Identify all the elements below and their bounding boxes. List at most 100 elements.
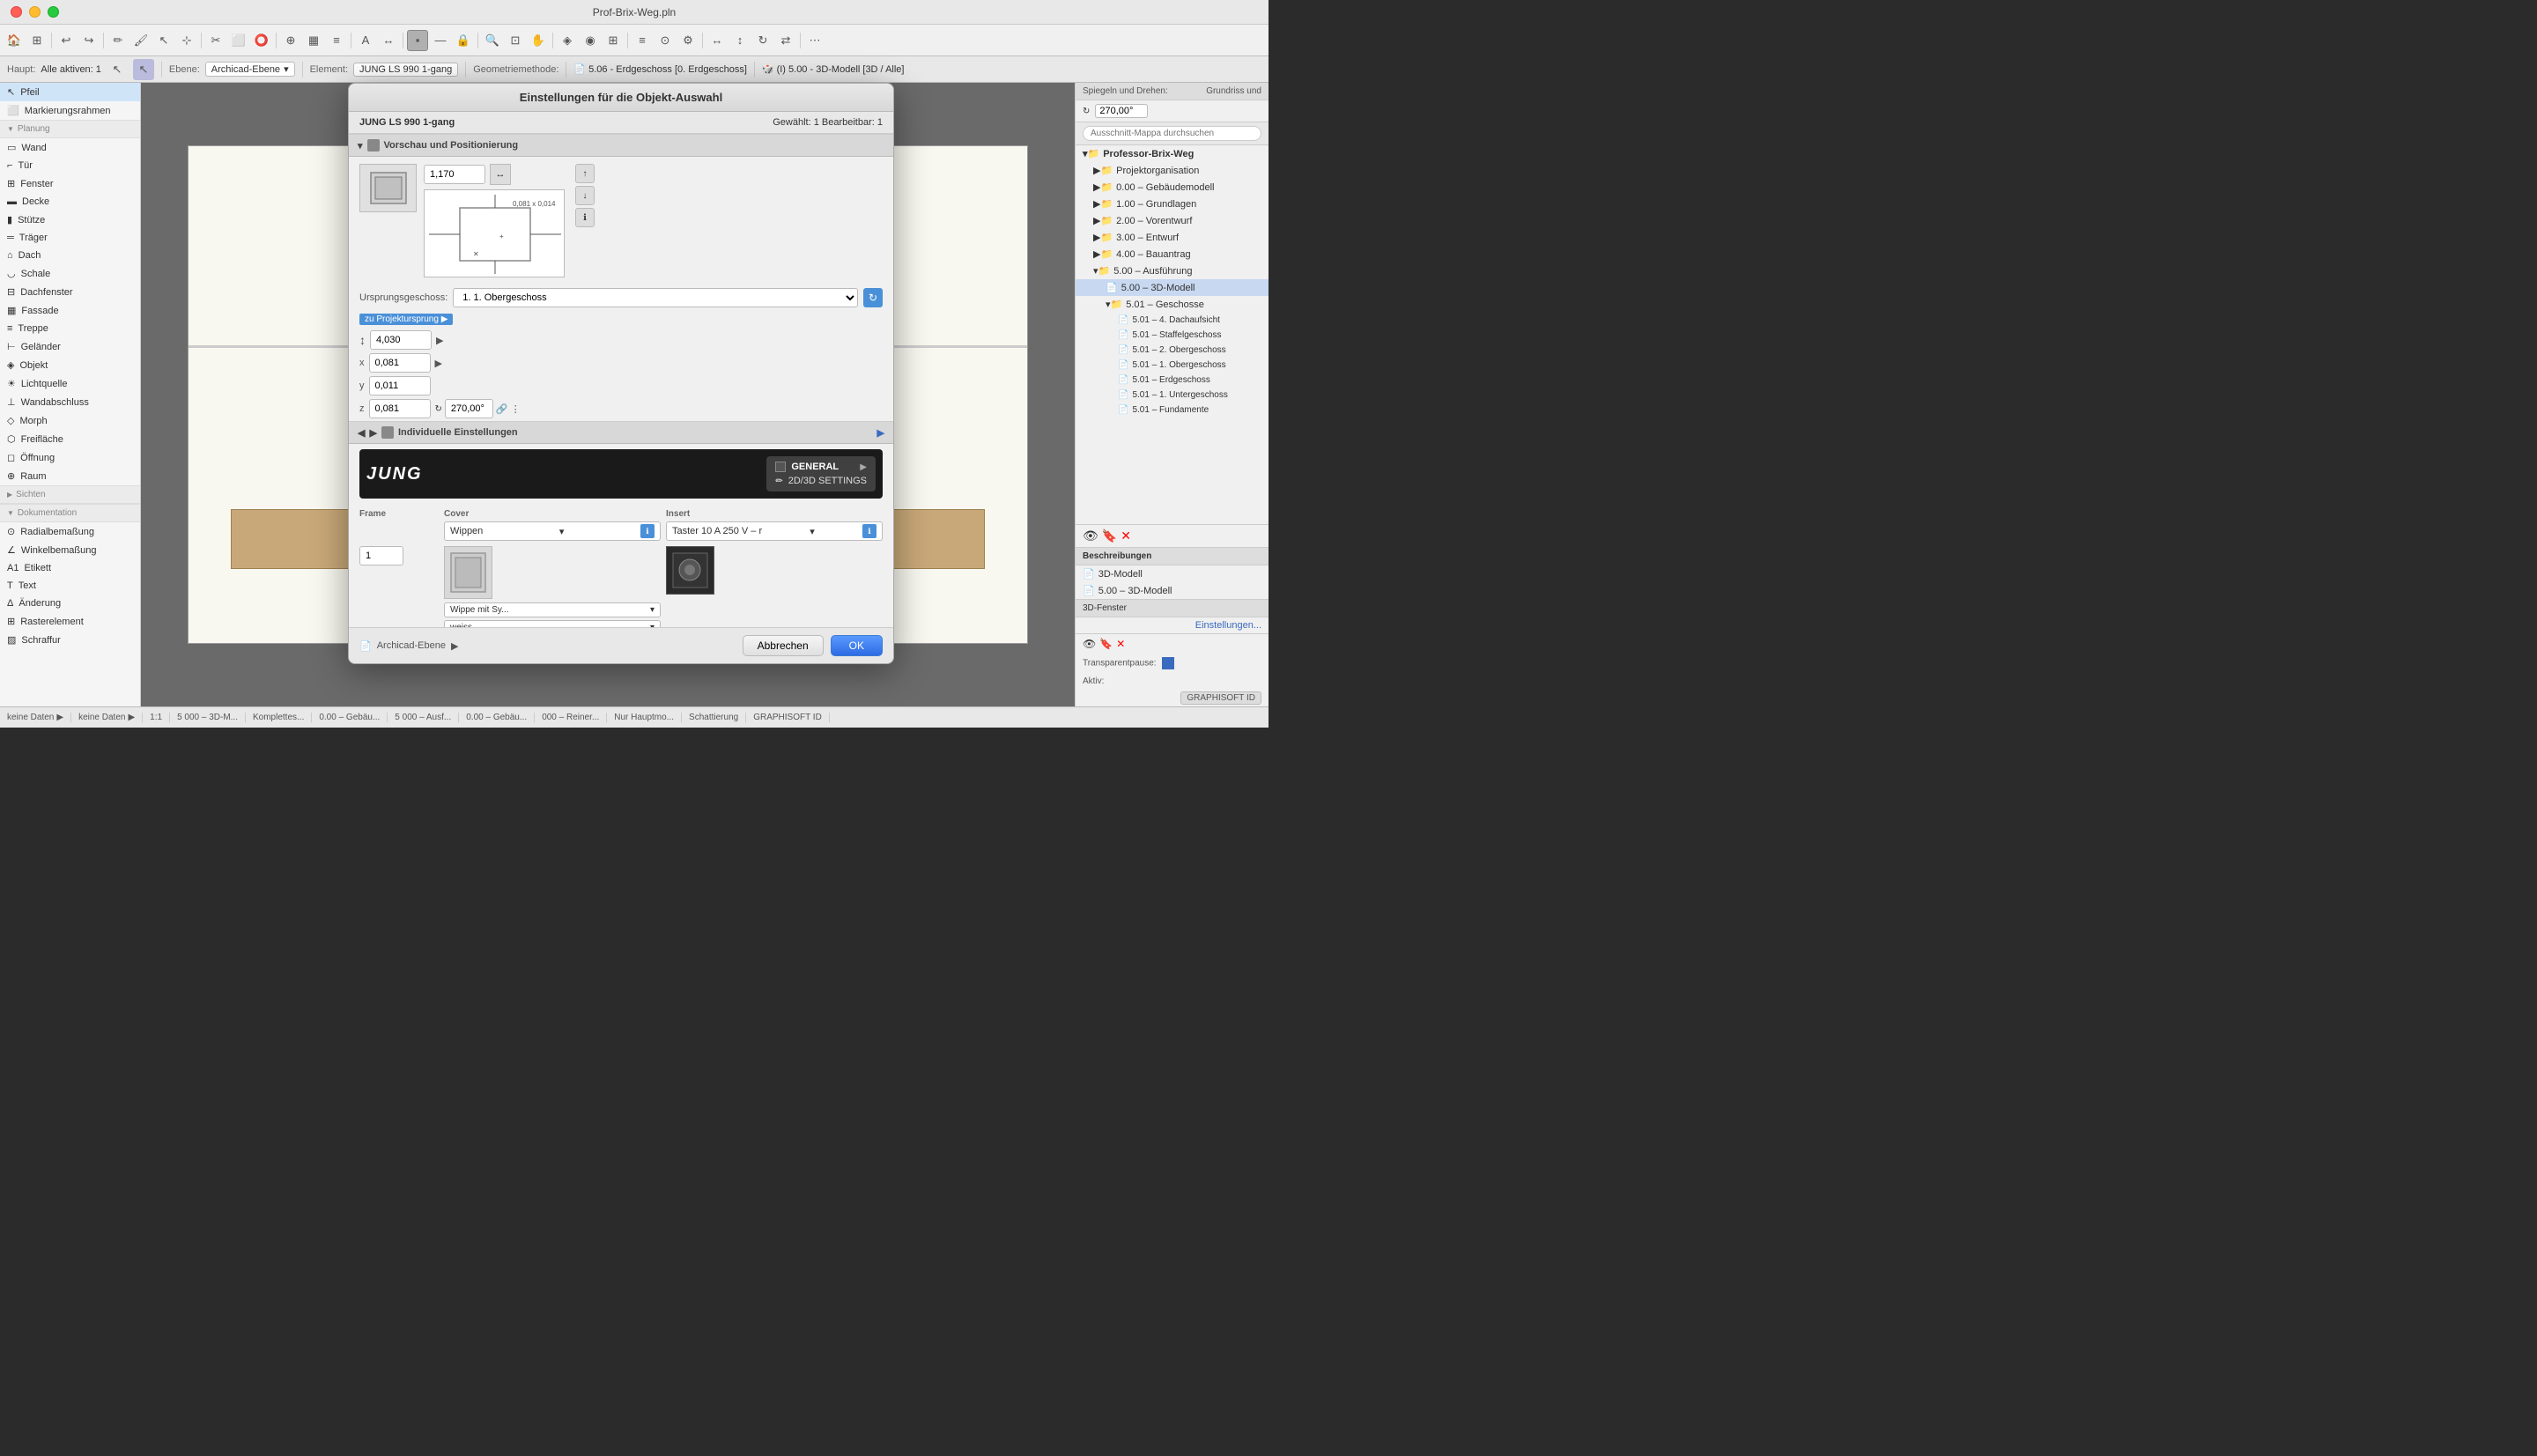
render-icon[interactable]: ◉ <box>580 30 601 51</box>
side-btn-2[interactable]: ↓ <box>575 186 595 205</box>
statusbar-schattierung[interactable]: Schattierung <box>689 713 746 722</box>
section-individuelle[interactable]: ◀ ▶ Individuelle Einstellungen ▶ <box>349 421 893 444</box>
rp-item-geschosse[interactable]: ▾📁 5.01 – Geschosse <box>1076 296 1268 313</box>
pencil-icon[interactable]: ✏ <box>107 30 129 51</box>
sidebar-item-schale[interactable]: ◡ Schale <box>0 264 140 283</box>
zu-projektUrsprung-btn[interactable]: zu Projektursprung ▶ <box>359 314 453 325</box>
zoom-in-icon[interactable]: 🔍 <box>482 30 503 51</box>
ind-expand-icon[interactable]: ▶ <box>877 427 884 439</box>
sidebar-item-fenster[interactable]: ⊞ Fenster <box>0 174 140 193</box>
cursor-icon[interactable]: ↖ <box>153 30 174 51</box>
rp-search-input[interactable] <box>1083 126 1261 141</box>
rp-item-3dmodell[interactable]: 📄 5.00 – 3D-Modell <box>1076 279 1268 296</box>
cover-dropdown[interactable]: Wippen ▾ ℹ <box>444 521 661 541</box>
rp-eye2-icon[interactable]: 👁 <box>1083 638 1096 650</box>
cursor-mode-icon[interactable]: ↖ <box>133 59 154 80</box>
text-tool-icon[interactable]: A <box>355 30 376 51</box>
pos-val2-input[interactable] <box>370 330 432 350</box>
rp-item-1ug[interactable]: 📄 5.01 – 1. Untergeschoss <box>1076 388 1268 403</box>
sidebar-item-pfeil[interactable]: ↖ Pfeil <box>0 83 140 101</box>
rotation-deg-input[interactable] <box>445 399 493 418</box>
3d-icon[interactable]: ◈ <box>557 30 578 51</box>
layers-icon[interactable]: ≡ <box>632 30 653 51</box>
close-button[interactable] <box>11 6 22 18</box>
rp-item-staffel[interactable]: 📄 5.01 – Staffelgeschoss <box>1076 328 1268 343</box>
sidebar-item-winkel[interactable]: ∠ Winkelbemaßung <box>0 541 140 559</box>
rp-item-dachaufsicht[interactable]: 📄 5.01 – 4. Dachaufsicht <box>1076 313 1268 328</box>
align-icon[interactable]: ≡ <box>326 30 347 51</box>
sidebar-item-radial[interactable]: ⊙ Radialbemaßung <box>0 522 140 541</box>
line-icon[interactable]: — <box>430 30 451 51</box>
statusbar-view7[interactable]: Nur Hauptmo... <box>614 713 682 722</box>
sidebar-item-morph[interactable]: ◇ Morph <box>0 411 140 430</box>
statusbar-view1[interactable]: 5 000 – 3D-M... <box>177 713 246 722</box>
footer-layer-arrow[interactable]: ▶ <box>451 640 458 652</box>
rotation-input[interactable] <box>1095 104 1148 118</box>
fill-icon[interactable]: ▪ <box>407 30 428 51</box>
minimize-button[interactable] <box>29 6 41 18</box>
rp-item-vorentwurf[interactable]: ▶📁 2.00 – Vorentwurf <box>1076 212 1268 229</box>
select-mode-icon[interactable]: ↖ <box>107 59 128 80</box>
zoom-fit-icon[interactable]: ⊡ <box>505 30 526 51</box>
flip-v-icon[interactable]: ↕ <box>729 30 751 51</box>
lasso-icon[interactable]: ⭕ <box>251 30 272 51</box>
snap-icon[interactable]: ⊕ <box>280 30 301 51</box>
settings-icon[interactable]: ⚙ <box>677 30 699 51</box>
rp-item-eg[interactable]: 📄 5.01 – Erdgeschoss <box>1076 373 1268 388</box>
window-controls[interactable] <box>11 6 59 18</box>
sidebar-item-fassade[interactable]: ▦ Fassade <box>0 301 140 320</box>
pos-val4-input[interactable] <box>369 376 431 395</box>
sidebar-item-wand[interactable]: ▭ Wand <box>0 138 140 157</box>
box-select-icon[interactable]: ⬜ <box>228 30 249 51</box>
cover-sub-dropdown[interactable]: Wippe mit Sy... ▾ <box>444 602 661 617</box>
sidebar-item-raum[interactable]: ⊕ Raum <box>0 467 140 485</box>
rp-bookmark-icon[interactable]: 🔖 <box>1102 528 1117 543</box>
einstellungen-link[interactable]: Einstellungen... <box>1195 620 1261 631</box>
undo-icon[interactable]: ↩ <box>55 30 77 51</box>
statusbar-scale[interactable]: 1:1 <box>150 713 170 722</box>
rp-item-fundamente[interactable]: 📄 5.01 – Fundamente <box>1076 403 1268 418</box>
lock-icon[interactable]: 🔒 <box>453 30 474 51</box>
statusbar-view2[interactable]: Komplettes... <box>253 713 312 722</box>
properties-icon[interactable]: ⊙ <box>655 30 676 51</box>
side-btn-3[interactable]: ℹ <box>575 208 595 227</box>
rp-item-grundlagen[interactable]: ▶📁 1.00 – Grundlagen <box>1076 196 1268 212</box>
rp-item-projektorg[interactable]: ▶📁 Projektorganisation <box>1076 162 1268 179</box>
side-btn-1[interactable]: ↑ <box>575 164 595 183</box>
sidebar-item-objekt[interactable]: ◈ Objekt <box>0 356 140 374</box>
pos-val3-input[interactable] <box>369 353 431 373</box>
sidebar-item-dach[interactable]: ⌂ Dach <box>0 247 140 264</box>
pos-value-1[interactable] <box>424 165 485 184</box>
section-vorschau[interactable]: ▾ Vorschau und Positionierung <box>349 134 893 157</box>
general-expand-icon[interactable]: ▶ <box>860 462 867 472</box>
redo-icon[interactable]: ↪ <box>78 30 100 51</box>
quantity-input[interactable] <box>359 546 403 565</box>
sidebar-item-etikett[interactable]: A1 Etikett <box>0 559 140 577</box>
sidebar-section-dokumentation[interactable]: Dokumentation <box>0 504 140 522</box>
general-checkbox[interactable] <box>775 462 786 472</box>
rp-delete-icon[interactable]: ✕ <box>1121 528 1131 543</box>
scissors-icon[interactable]: ✂ <box>205 30 226 51</box>
sidebar-item-wandabschluss[interactable]: ⊥ Wandabschluss <box>0 393 140 411</box>
sidebar-item-stutze[interactable]: ▮ Stütze <box>0 211 140 229</box>
pos-v2-expand[interactable]: ▶ <box>436 335 443 346</box>
rp-beschr-500[interactable]: 📄 5.00 – 3D-Modell <box>1076 582 1268 599</box>
insert-dropdown[interactable]: Taster 10 A 250 V – r ▾ ℹ <box>666 521 883 541</box>
cancel-button[interactable]: Abbrechen <box>743 635 824 656</box>
rp-bookmark2-icon[interactable]: 🔖 <box>1099 638 1113 650</box>
rp-item-gebaude[interactable]: ▶📁 0.00 – Gebäudemodell <box>1076 179 1268 196</box>
sidebar-item-raster[interactable]: ⊞ Rasterelement <box>0 612 140 631</box>
sidebar-item-schraffur[interactable]: ▨ Schraffur <box>0 631 140 649</box>
pos-val5-input[interactable] <box>369 399 431 418</box>
rotate-icon[interactable]: ↻ <box>752 30 773 51</box>
rp-del2-icon[interactable]: ✕ <box>1116 638 1125 650</box>
rp-item-1og[interactable]: 📄 5.01 – 1. Obergeschoss <box>1076 358 1268 373</box>
pos-v3-expand[interactable]: ▶ <box>435 358 442 369</box>
rotation-link-icon[interactable]: 🔗 <box>496 403 508 415</box>
sidebar-item-oeffnung[interactable]: ◻ Öffnung <box>0 448 140 467</box>
grid2-icon[interactable]: ▦ <box>303 30 324 51</box>
sidebar-item-tuer[interactable]: ⌐ Tür <box>0 157 140 174</box>
statusbar-view4[interactable]: 5 000 – Ausf... <box>395 713 459 722</box>
sidebar-item-lichtquelle[interactable]: ☀ Lichtquelle <box>0 374 140 393</box>
sidebar-item-markierung[interactable]: ⬜ Markierungsrahmen <box>0 101 140 120</box>
